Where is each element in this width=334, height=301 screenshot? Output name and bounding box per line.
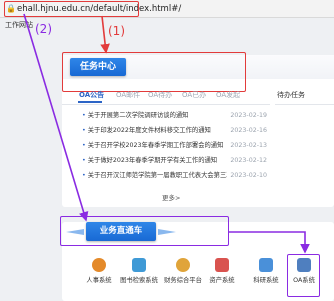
step1-label: (1) bbox=[108, 24, 125, 38]
arrow-business-to-oa bbox=[229, 231, 310, 254]
annotation-arrows bbox=[23, 13, 310, 254]
step2-label: (2) bbox=[35, 22, 52, 36]
arrow-step2-to-business bbox=[23, 13, 89, 222]
arrow-step1-to-task-center bbox=[100, 15, 110, 54]
